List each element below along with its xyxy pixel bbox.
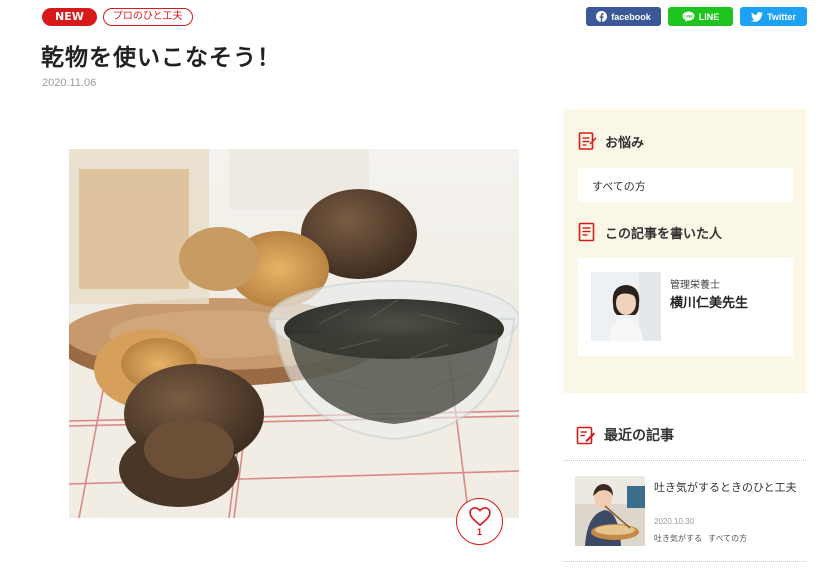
line-icon: LINE (682, 11, 695, 22)
heart-icon (468, 506, 491, 526)
clipboard-icon (578, 132, 597, 150)
twitter-bird-icon (751, 11, 764, 22)
line-label: LINE (698, 11, 720, 22)
sidebar-panel: お悩み すべての方 この記事を書いた人 管理栄養士 横川仁美先生 (563, 109, 806, 393)
divider (563, 460, 806, 461)
recent-article-title[interactable]: 吐き気がするときのひと工夫 (654, 480, 799, 496)
facebook-icon (596, 11, 608, 22)
share-buttons: facebook LINE LINE Twitter (586, 7, 807, 26)
new-badge: NEW (42, 8, 97, 26)
like-button[interactable]: 1 (456, 498, 503, 545)
twitter-label: Twitter (767, 11, 796, 22)
facebook-share-button[interactable]: facebook (586, 7, 661, 26)
publish-date: 2020.11.06 (42, 77, 97, 89)
like-count: 1 (476, 526, 482, 537)
line-share-button[interactable]: LINE LINE (668, 7, 733, 26)
edit-note-icon (576, 426, 595, 445)
document-icon (578, 222, 595, 242)
recent-article-tag[interactable]: 吐き気がする (654, 533, 702, 544)
author-name[interactable]: 横川仁美先生 (670, 292, 748, 311)
worry-item[interactable]: すべての方 (578, 168, 793, 202)
twitter-share-button[interactable]: Twitter (740, 7, 807, 26)
author-heading: この記事を書いた人 (578, 222, 722, 242)
author-photo (591, 272, 661, 341)
recent-article-date: 2020.10.30 (654, 517, 695, 526)
svg-text:LINE: LINE (684, 15, 693, 19)
hero-image (69, 149, 519, 518)
worry-heading: お悩み (578, 131, 644, 151)
recent-article-tag[interactable]: すべての方 (708, 533, 747, 544)
facebook-label: facebook (611, 11, 651, 22)
author-role: 管理栄養士 (670, 280, 720, 291)
page-title: 乾物を使いこなそう！ (41, 45, 281, 71)
category-tag[interactable]: プロのひと工夫 (102, 8, 193, 26)
author-card[interactable]: 管理栄養士 横川仁美先生 (578, 258, 793, 356)
recent-article-item[interactable]: 吐き気がするときのひと工夫 2020.10.30 吐き気がする すべての方 (563, 466, 806, 556)
divider (563, 561, 806, 562)
article-tags: NEW プロのひと工夫 (42, 8, 193, 26)
author-heading-label: この記事を書いた人 (605, 226, 723, 242)
recent-article-thumbnail[interactable] (575, 476, 645, 546)
recent-heading-label: 最近の記事 (604, 428, 674, 444)
recent-article-tags: 吐き気がする すべての方 (654, 533, 747, 544)
recent-heading: 最近の記事 (576, 425, 674, 445)
worry-heading-label: お悩み (605, 135, 645, 151)
